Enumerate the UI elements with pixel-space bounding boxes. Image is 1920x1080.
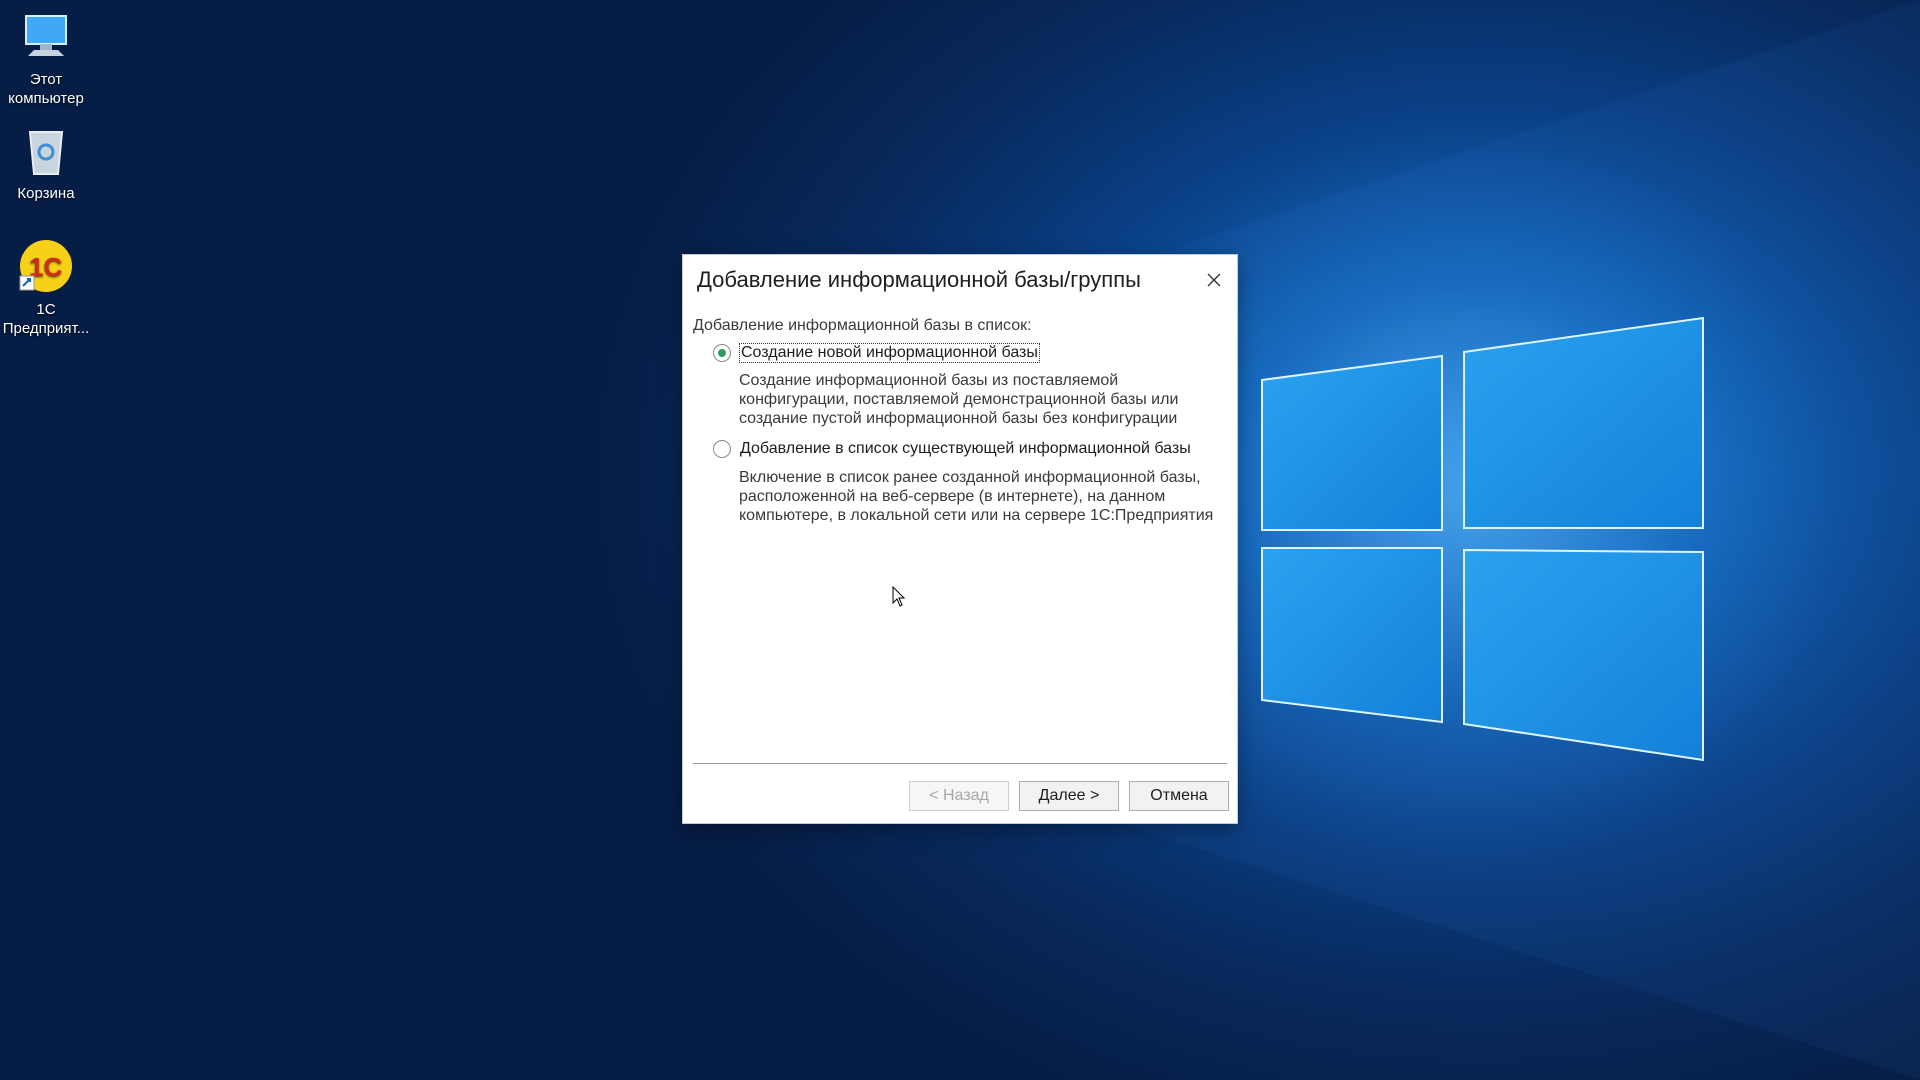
radio-create-new[interactable]	[713, 344, 731, 362]
recycle-bin-icon	[18, 124, 74, 180]
option-create-new[interactable]: Создание новой информационной базы	[713, 343, 1040, 363]
desktop-icon-label: Этот компьютер	[8, 71, 84, 107]
desktop-icon-this-pc[interactable]: Этот компьютер	[0, 10, 92, 108]
option-add-existing-description: Включение в список ранее созданной инфор…	[739, 469, 1214, 524]
close-icon	[1207, 273, 1221, 287]
mouse-cursor-icon	[892, 586, 906, 607]
desktop-icon-recycle-bin[interactable]: Корзина	[0, 124, 92, 203]
desktop-icon-1c-enterprise[interactable]: 1С 1С Предприят...	[0, 240, 92, 338]
close-button[interactable]	[1203, 269, 1225, 291]
back-button[interactable]: < Назад	[909, 781, 1009, 811]
cancel-button[interactable]: Отмена	[1129, 781, 1229, 811]
desktop-icon-label: 1С Предприят...	[2, 301, 90, 337]
option-create-new-label[interactable]: Создание новой информационной базы	[739, 343, 1040, 363]
section-label: Добавление информационной базы в список:	[693, 317, 1032, 334]
next-button[interactable]: Далее >	[1019, 781, 1119, 811]
radio-add-existing[interactable]	[713, 440, 731, 458]
computer-icon	[18, 10, 74, 66]
add-infobase-dialog: Добавление информационной базы/группы До…	[682, 254, 1238, 824]
1c-logo-icon: 1С	[18, 240, 74, 296]
option-add-existing-label[interactable]: Добавление в список существующей информа…	[739, 440, 1192, 458]
desktop-icon-label: Корзина	[17, 185, 75, 202]
option-create-new-description: Создание информационной базы из поставля…	[739, 372, 1179, 427]
dialog-title: Добавление информационной базы/группы	[697, 267, 1141, 292]
footer-separator	[693, 763, 1227, 764]
option-add-existing[interactable]: Добавление в список существующей информа…	[713, 440, 1192, 458]
